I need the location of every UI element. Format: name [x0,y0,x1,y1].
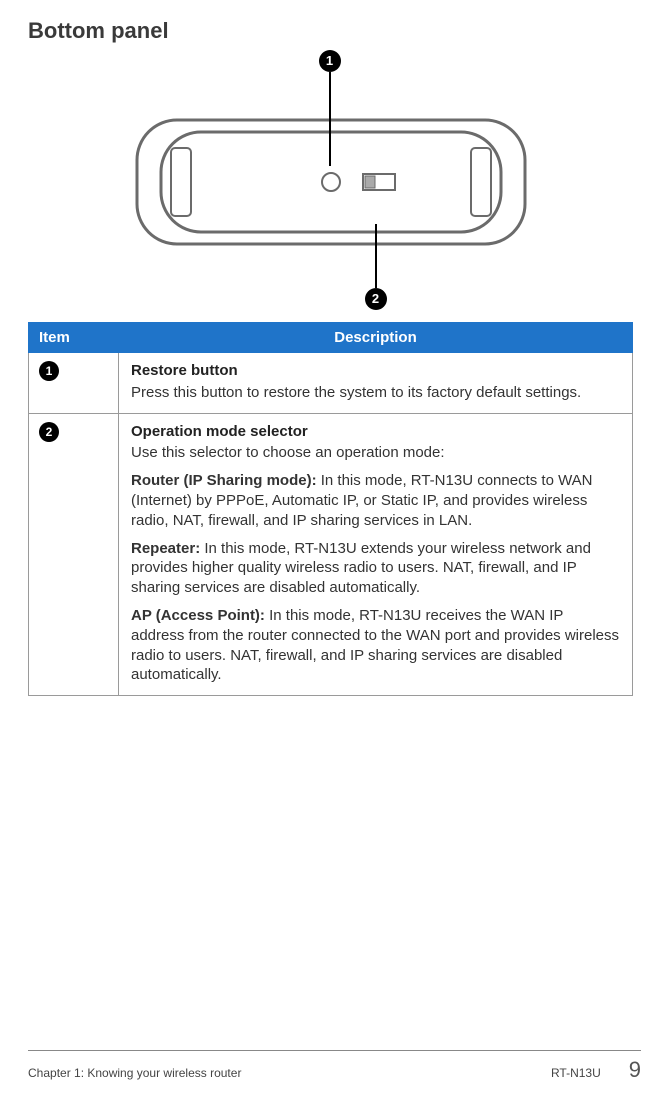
table-header-row: Item Description [29,323,633,353]
description-table: Item Description 1 Restore button Press … [28,322,633,696]
row2-title: Operation mode selector [131,422,620,442]
table-row: 2 Operation mode selector Use this selec… [29,413,633,696]
header-description: Description [119,323,633,353]
bottom-panel-diagram: 1 2 [131,50,531,310]
mode-ap-label: AP (Access Point): [131,607,265,624]
leader-line-2 [375,224,377,288]
row2-item-cell: 2 [29,413,119,696]
row1-title: Restore button [131,361,620,381]
row1-item-cell: 1 [29,353,119,414]
leader-line-1 [329,72,331,166]
row2-mode-router: Router (IP Sharing mode): In this mode, … [131,471,620,530]
device-outline-svg [131,102,531,262]
callout-2-badge: 2 [365,288,387,310]
row2-mode-repeater: Repeater: In this mode, RT-N13U extends … [131,539,620,598]
mode-router-label: Router (IP Sharing mode): [131,472,317,489]
row1-desc-cell: Restore button Press this button to rest… [119,353,633,414]
callout-1-badge: 1 [319,50,341,72]
footer-page-number: 9 [629,1057,641,1083]
table-row: 1 Restore button Press this button to re… [29,353,633,414]
row1-intro: Press this button to restore the system … [131,383,620,403]
page-footer: Chapter 1: Knowing your wireless router … [28,1050,641,1083]
section-title: Bottom panel [28,18,633,44]
row2-desc-cell: Operation mode selector Use this selecto… [119,413,633,696]
row1-badge: 1 [39,361,59,381]
footer-model: RT-N13U [551,1066,601,1080]
mode-repeater-label: Repeater: [131,540,200,557]
footer-chapter: Chapter 1: Knowing your wireless router [28,1066,551,1080]
mode-repeater-text: In this mode, RT-N13U extends your wirel… [131,540,591,597]
header-item: Item [29,323,119,353]
row2-badge: 2 [39,422,59,442]
row2-intro: Use this selector to choose an operation… [131,443,620,463]
row2-mode-ap: AP (Access Point): In this mode, RT-N13U… [131,606,620,685]
